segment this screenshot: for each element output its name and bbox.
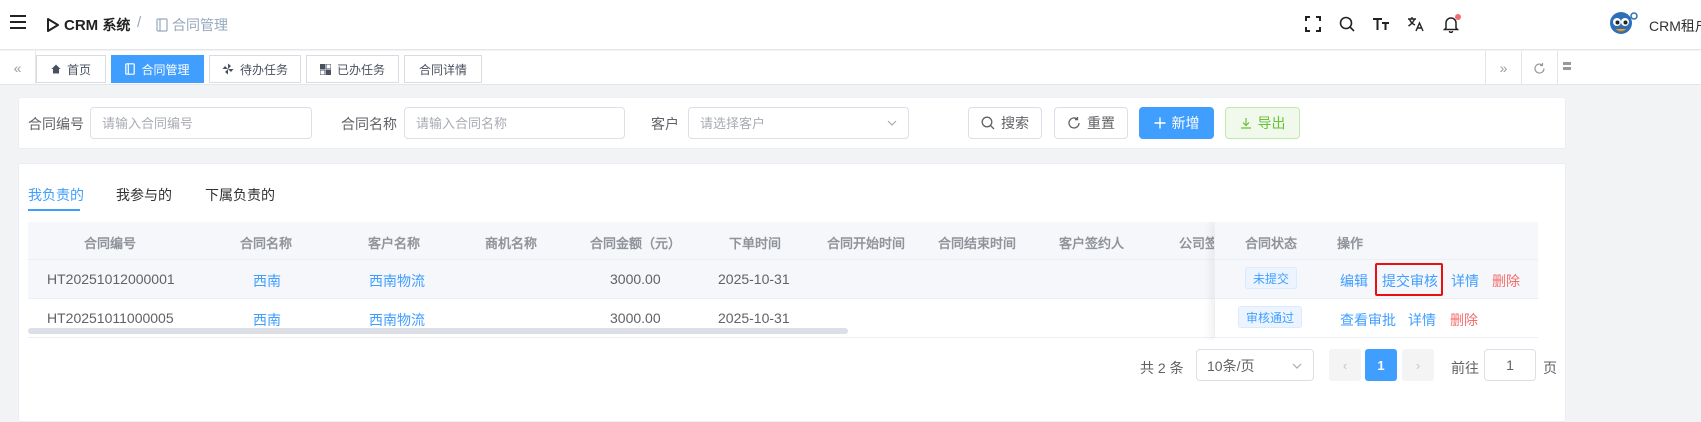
hamburger-icon[interactable] bbox=[10, 15, 26, 31]
goto-label: 前往 bbox=[1451, 360, 1479, 376]
contract-no-label: 合同编号 bbox=[28, 116, 84, 132]
col-actions[interactable]: 操作 bbox=[1337, 233, 1363, 252]
subtab-subordinates[interactable]: 下属负责的 bbox=[205, 185, 275, 205]
cell-contract-no: HT20251012000001 bbox=[47, 271, 175, 287]
col-customer-name[interactable]: 客户名称 bbox=[368, 233, 420, 252]
prev-page-button[interactable]: ‹ bbox=[1329, 349, 1361, 381]
contract-name-label: 合同名称 bbox=[341, 116, 397, 132]
fullscreen-icon[interactable] bbox=[1303, 14, 1323, 34]
cell-amount: 3000.00 bbox=[610, 271, 661, 287]
pagination-total: 共 2 条 bbox=[1140, 360, 1184, 376]
submit-review-link[interactable]: 提交审核 bbox=[1382, 271, 1438, 291]
col-order-date[interactable]: 下单时间 bbox=[729, 233, 781, 252]
top-header: CRM 系统 / 合同管理 CRM租户 bbox=[0, 0, 1701, 50]
goto-page-input[interactable] bbox=[1484, 349, 1536, 381]
tab-home[interactable]: 首页 bbox=[36, 55, 106, 83]
fixed-right-columns: 合同状态 操作 未提交 编辑 提交审核 详情 删除 审核通过 查看审批 详情 删… bbox=[1214, 222, 1538, 340]
fixed-row[interactable]: 审核通过 查看审批 详情 删除 bbox=[1214, 299, 1538, 338]
cell-customer-link[interactable]: 西南物流 bbox=[369, 310, 425, 330]
cell-contract-name-link[interactable]: 西南 bbox=[253, 310, 281, 330]
fixed-header: 合同状态 操作 bbox=[1214, 222, 1538, 260]
translate-icon[interactable] bbox=[1406, 14, 1426, 34]
breadcrumb-current: 合同管理 bbox=[172, 17, 228, 33]
edit-link[interactable]: 编辑 bbox=[1340, 271, 1368, 291]
detail-link[interactable]: 详情 bbox=[1408, 310, 1436, 330]
col-amount[interactable]: 合同金额（元） bbox=[590, 233, 681, 252]
horizontal-scrollbar[interactable] bbox=[28, 328, 848, 334]
col-customer-signer[interactable]: 客户签约人 bbox=[1059, 233, 1124, 252]
tab-contract-detail[interactable]: 合同详情 bbox=[404, 55, 482, 83]
scroll-left-icon[interactable]: « bbox=[0, 51, 36, 85]
tab-contract-management[interactable]: 合同管理 bbox=[111, 55, 204, 83]
status-badge: 审核通过 bbox=[1238, 306, 1303, 328]
reset-button[interactable]: 重置 bbox=[1054, 107, 1128, 139]
cell-order-date: 2025-10-31 bbox=[718, 271, 790, 287]
pinwheel-icon bbox=[222, 63, 234, 75]
scroll-right-icon[interactable]: » bbox=[1485, 51, 1521, 85]
contract-table: 合同编号 合同名称 客户名称 商机名称 合同金额（元） 下单时间 合同开始时间 … bbox=[28, 222, 1538, 340]
status-badge: 未提交 bbox=[1245, 267, 1298, 289]
document-icon bbox=[125, 63, 136, 75]
page-suffix: 页 bbox=[1543, 360, 1557, 376]
subtab-mine[interactable]: 我负责的 bbox=[28, 185, 84, 205]
download-icon bbox=[1240, 118, 1251, 129]
contract-no-input[interactable] bbox=[90, 107, 312, 139]
fixed-row[interactable]: 未提交 编辑 提交审核 详情 删除 bbox=[1214, 260, 1538, 299]
col-company-signer[interactable]: 公司签 bbox=[1179, 233, 1218, 252]
refresh-icon[interactable] bbox=[1521, 51, 1557, 85]
col-end-date[interactable]: 合同结束时间 bbox=[938, 233, 1016, 252]
tab-done-tasks[interactable]: 已办任务 bbox=[306, 55, 399, 83]
refresh-icon bbox=[1068, 117, 1080, 129]
checkerboard-icon bbox=[319, 63, 331, 75]
notification-badge bbox=[1455, 14, 1461, 20]
font-size-icon[interactable] bbox=[1371, 14, 1391, 34]
tags-view-bar: « 首页 合同管理 待办任务 已办任务 合同详情 » bbox=[0, 51, 1701, 85]
breadcrumb: 合同管理 bbox=[156, 15, 228, 35]
next-page-button[interactable]: › bbox=[1402, 349, 1434, 381]
chevron-down-icon bbox=[887, 120, 897, 126]
delete-link[interactable]: 删除 bbox=[1492, 271, 1520, 291]
customer-label: 客户 bbox=[651, 116, 679, 132]
delete-link[interactable]: 删除 bbox=[1450, 310, 1478, 330]
page-size-select[interactable]: 10条/页 bbox=[1196, 349, 1314, 381]
col-start-date[interactable]: 合同开始时间 bbox=[827, 233, 905, 252]
tab-todo-tasks[interactable]: 待办任务 bbox=[209, 55, 301, 83]
bell-icon[interactable] bbox=[1441, 14, 1461, 34]
page-size-value: 10条/页 bbox=[1207, 358, 1255, 374]
search-icon[interactable] bbox=[1337, 14, 1357, 34]
logo-text: CRM bbox=[64, 16, 99, 34]
cell-order-date: 2025-10-31 bbox=[718, 310, 790, 326]
add-button[interactable]: 新增 bbox=[1139, 107, 1214, 139]
cell-contract-no: HT20251011000005 bbox=[47, 310, 174, 326]
search-button[interactable]: 搜索 bbox=[968, 107, 1042, 139]
contract-name-input[interactable] bbox=[404, 107, 625, 139]
cell-amount: 3000.00 bbox=[610, 310, 661, 326]
logo-suffix: 系统 bbox=[102, 17, 131, 33]
view-approval-link[interactable]: 查看审批 bbox=[1340, 310, 1396, 330]
page-number-1[interactable]: 1 bbox=[1365, 349, 1397, 381]
subtab-active-indicator bbox=[28, 209, 80, 211]
col-contract-name[interactable]: 合同名称 bbox=[240, 233, 292, 252]
col-contract-status[interactable]: 合同状态 bbox=[1245, 233, 1297, 252]
subtab-participating[interactable]: 我参与的 bbox=[116, 185, 172, 205]
tab-menu-icon[interactable] bbox=[1557, 51, 1575, 85]
avatar[interactable] bbox=[1606, 8, 1640, 42]
home-icon bbox=[51, 64, 61, 74]
document-icon bbox=[156, 18, 168, 32]
export-button[interactable]: 导出 bbox=[1225, 107, 1300, 139]
detail-link[interactable]: 详情 bbox=[1451, 271, 1479, 291]
search-icon bbox=[981, 116, 995, 130]
chevron-down-icon bbox=[1292, 363, 1302, 369]
plus-icon bbox=[1154, 117, 1165, 129]
cell-contract-name-link[interactable]: 西南 bbox=[253, 271, 281, 291]
user-name[interactable]: CRM租户 bbox=[1649, 16, 1701, 36]
col-opportunity-name[interactable]: 商机名称 bbox=[485, 233, 537, 252]
app-logo[interactable]: CRM 系统 bbox=[46, 15, 130, 35]
breadcrumb-separator: / bbox=[137, 14, 142, 31]
customer-select[interactable] bbox=[688, 107, 909, 139]
logo-icon bbox=[47, 18, 59, 32]
col-contract-no[interactable]: 合同编号 bbox=[84, 233, 136, 252]
cell-customer-link[interactable]: 西南物流 bbox=[369, 271, 425, 291]
